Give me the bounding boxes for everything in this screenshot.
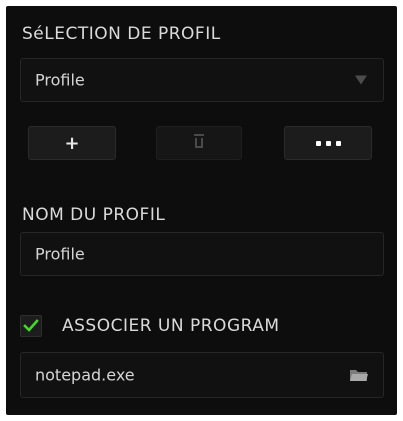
add-button-label: + [64,132,80,154]
profile-name-value: Profile [35,244,85,264]
delete-profile-button[interactable] [156,126,242,160]
profile-dropdown-value: Profile [35,70,85,90]
program-path-value: notepad.exe [35,365,135,385]
profile-selection-title: SéLECTION DE PROFIL [22,24,221,44]
chevron-down-icon [355,75,367,85]
profile-dropdown[interactable]: Profile [20,58,384,102]
checkmark-icon [23,319,39,332]
program-path-field[interactable]: notepad.exe [20,352,384,398]
link-program-label: ASSOCIER UN PROGRAM [62,316,280,336]
profile-name-title: NOM DU PROFIL [22,205,166,225]
trash-icon [194,134,204,148]
folder-icon[interactable] [349,368,369,382]
link-program-checkbox[interactable] [20,315,42,337]
add-profile-button[interactable]: + [28,126,116,160]
more-options-icon [315,140,341,146]
profile-name-field[interactable]: Profile [20,232,384,276]
more-options-button[interactable] [284,126,372,160]
profile-panel: SéLECTION DE PROFIL Profile + NOM DU PRO… [6,6,397,415]
